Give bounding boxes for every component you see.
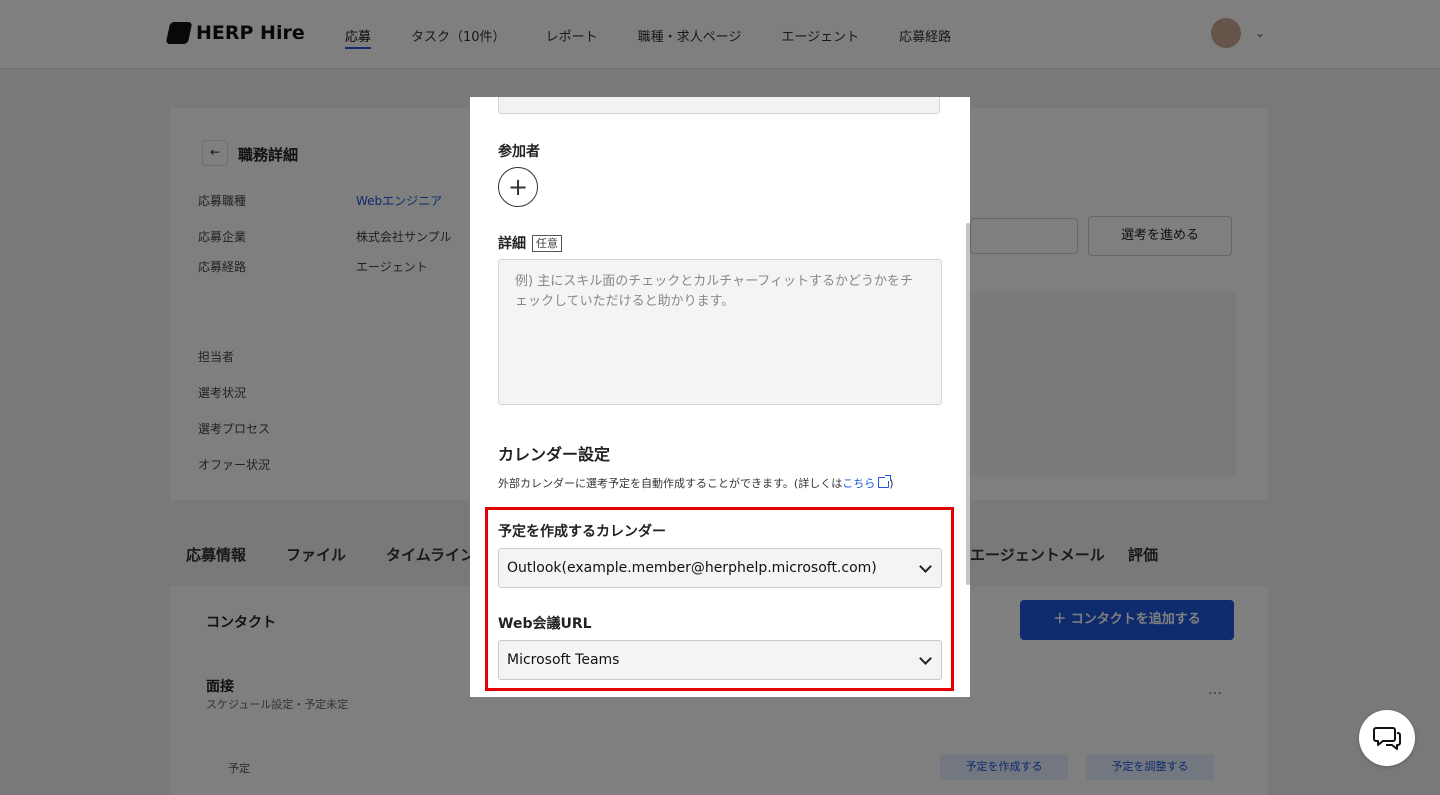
details-label-text: 詳細	[498, 236, 526, 252]
calendar-help-link-text: こちら	[842, 477, 876, 490]
highlight-box	[485, 507, 954, 691]
calendar-description: 外部カレンダーに選考予定を自動作成することができます。(詳しくはこちら)	[498, 475, 894, 491]
calendar-section-title: カレンダー設定	[498, 445, 611, 464]
title-field[interactable]: 面接	[498, 97, 940, 114]
calendar-desc-text: 外部カレンダーに選考予定を自動作成することができます。(詳しくは	[498, 477, 843, 490]
optional-badge: 任意	[532, 235, 562, 252]
details-textarea[interactable]: 例) 主にスキル面のチェックとカルチャーフィットするかどうかをチェックしていただ…	[498, 259, 942, 405]
participants-label: 参加者	[498, 144, 540, 160]
chat-bubble-icon	[1373, 727, 1401, 750]
details-placeholder: 例) 主にスキル面のチェックとカルチャーフィットするかどうかをチェックしていただ…	[515, 274, 914, 309]
details-label: 詳細 任意	[498, 233, 562, 253]
calendar-help-link[interactable]: こちら	[842, 475, 892, 490]
plus-icon: +	[507, 173, 529, 201]
add-participant-button[interactable]: +	[498, 167, 538, 207]
modal-scrollbar[interactable]	[966, 223, 970, 585]
external-link-icon	[878, 475, 892, 488]
chat-support-button[interactable]	[1359, 710, 1415, 766]
